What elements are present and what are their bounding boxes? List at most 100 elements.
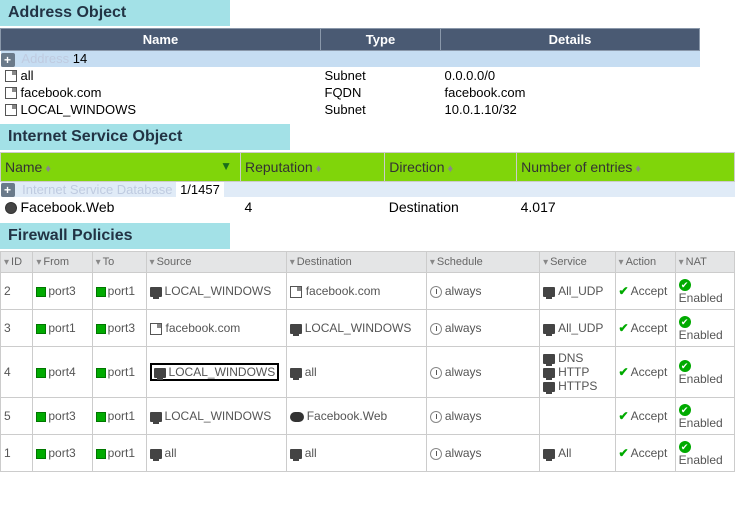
filter-funnel-icon[interactable]: ▾ xyxy=(4,257,9,268)
ao-header-name[interactable]: Name xyxy=(1,29,321,51)
fp-cell-destination: Facebook.Web xyxy=(286,398,426,435)
iso-header-reputation[interactable]: Reputation♦ xyxy=(241,152,385,181)
fp-cell-to: port1 xyxy=(92,347,146,398)
fp-header-schedule[interactable]: ▾Schedule xyxy=(426,252,539,273)
clock-icon xyxy=(430,286,442,298)
filter-funnel-icon[interactable]: ▾ xyxy=(679,257,684,268)
service-icon xyxy=(543,368,555,378)
expand-icon[interactable]: + xyxy=(1,53,15,67)
ao-cell-type: FQDN xyxy=(321,84,441,101)
fp-header-from[interactable]: ▾From xyxy=(33,252,92,273)
fp-h-action: Action xyxy=(626,256,657,268)
iso-group-page: 1/1457 xyxy=(176,182,224,197)
service-icon xyxy=(543,287,555,297)
fp-header-nat[interactable]: ▾NAT xyxy=(675,252,734,273)
service-icon xyxy=(543,449,555,459)
iso-header-entries[interactable]: Number of entries♦ xyxy=(517,152,735,181)
fp-cell-nat: ✔Enabled xyxy=(675,273,734,310)
iso-group-row[interactable]: + Internet Service Database 1/1457 xyxy=(1,181,735,197)
page-icon xyxy=(150,323,162,335)
filter-funnel-icon[interactable]: ▾ xyxy=(430,257,435,268)
expand-icon[interactable]: + xyxy=(1,183,15,197)
filter-funnel-icon[interactable]: ▾ xyxy=(36,257,41,268)
clock-icon xyxy=(430,448,442,460)
filter-icon[interactable]: ▼ xyxy=(220,159,232,173)
fp-cell-to: port3 xyxy=(92,310,146,347)
filter-funnel-icon[interactable]: ▾ xyxy=(150,257,155,268)
dest-text: Facebook.Web xyxy=(307,409,388,423)
clock-icon xyxy=(430,411,442,423)
fp-cell-service: All xyxy=(540,435,615,472)
fp-header-service[interactable]: ▾Service xyxy=(540,252,615,273)
table-row[interactable]: 4port4port1LOCAL_WINDOWSallalwaysDNSHTTP… xyxy=(1,347,735,398)
fp-header-action[interactable]: ▾Action xyxy=(615,252,675,273)
ao-cell-name[interactable]: facebook.com xyxy=(1,84,321,101)
sort-icon[interactable]: ♦ xyxy=(635,163,641,175)
service-icon xyxy=(543,354,555,364)
iso-cell-reputation: 4 xyxy=(241,197,385,217)
fp-header-to[interactable]: ▾To xyxy=(92,252,146,273)
ao-group-row[interactable]: + Address 14 xyxy=(1,51,700,67)
ao-cell-details: 0.0.0.0/0 xyxy=(441,67,700,84)
table-row[interactable]: 2port3port1LOCAL_WINDOWSfacebook.comalwa… xyxy=(1,273,735,310)
fp-header-destination[interactable]: ▾Destination xyxy=(286,252,426,273)
sort-icon[interactable]: ♦ xyxy=(45,163,51,175)
fp-cell-destination: facebook.com xyxy=(286,273,426,310)
sort-icon[interactable]: ♦ xyxy=(447,163,453,175)
fp-cell-action: ✔Accept xyxy=(615,273,675,310)
fp-cell-id: 4 xyxy=(1,347,33,398)
dest-text: LOCAL_WINDOWS xyxy=(305,321,412,335)
service-name: All_UDP xyxy=(558,321,603,335)
iso-cell-name[interactable]: Facebook.Web xyxy=(1,197,241,217)
check-icon: ✔ xyxy=(619,409,629,423)
fp-cell-service: DNSHTTPHTTPS xyxy=(540,347,615,398)
ao-name-text: facebook.com xyxy=(21,85,102,100)
check-icon: ✔ xyxy=(619,284,629,298)
filter-funnel-icon[interactable]: ▾ xyxy=(543,257,548,268)
ao-cell-name[interactable]: all xyxy=(1,67,321,84)
ao-name-text: LOCAL_WINDOWS xyxy=(21,102,137,117)
fp-header-id[interactable]: ▾ID xyxy=(1,252,33,273)
fp-cell-action: ✔Accept xyxy=(615,398,675,435)
fp-cell-to: port1 xyxy=(92,398,146,435)
ao-header-details[interactable]: Details xyxy=(441,29,700,51)
fp-header-source[interactable]: ▾Source xyxy=(146,252,286,273)
ao-cell-details: 10.0.1.10/32 xyxy=(441,101,700,118)
ao-header-type[interactable]: Type xyxy=(321,29,441,51)
page-icon xyxy=(5,104,17,116)
fp-cell-schedule: always xyxy=(426,310,539,347)
sort-icon[interactable]: ♦ xyxy=(316,163,322,175)
fp-h-to: To xyxy=(103,256,115,268)
source-text: LOCAL_WINDOWS xyxy=(165,409,272,423)
table-row[interactable]: 3port1port3facebook.comLOCAL_WINDOWSalwa… xyxy=(1,310,735,347)
address-object-table: Name Type Details + Address 14 all Subne… xyxy=(0,28,700,118)
monitor-icon xyxy=(290,449,302,459)
dest-text: all xyxy=(305,446,317,460)
ao-cell-name[interactable]: LOCAL_WINDOWS xyxy=(1,101,321,118)
filter-funnel-icon[interactable]: ▾ xyxy=(290,257,295,268)
filter-funnel-icon[interactable]: ▾ xyxy=(96,257,101,268)
fp-h-sched: Schedule xyxy=(437,256,483,268)
iso-group-label: Internet Service Database xyxy=(22,182,172,197)
fp-cell-destination: all xyxy=(286,435,426,472)
firewall-policies-table: ▾ID ▾From ▾To ▾Source ▾Destination ▾Sche… xyxy=(0,251,735,472)
iso-header-name[interactable]: Name♦ ▼ xyxy=(1,152,241,181)
port-icon xyxy=(96,287,106,297)
service-icon xyxy=(543,324,555,334)
iso-header-ent-text: Number of entries xyxy=(521,159,632,175)
fp-cell-source: LOCAL_WINDOWS xyxy=(146,398,286,435)
check-icon: ✔ xyxy=(619,321,629,335)
table-row[interactable]: 1port3port1allallalwaysAll✔Accept✔Enable… xyxy=(1,435,735,472)
ao-group-count: 14 xyxy=(73,51,87,66)
check-icon: ✔ xyxy=(619,365,629,379)
table-row[interactable]: 5port3port1LOCAL_WINDOWSFacebook.Webalwa… xyxy=(1,398,735,435)
section-firewall-policies: Firewall Policies xyxy=(0,223,230,249)
fp-cell-nat: ✔Enabled xyxy=(675,347,734,398)
fp-cell-from: port4 xyxy=(33,347,92,398)
iso-header-direction[interactable]: Direction♦ xyxy=(385,152,517,181)
source-text: facebook.com xyxy=(166,321,241,335)
monitor-icon xyxy=(150,287,162,297)
port-icon xyxy=(96,324,106,334)
filter-funnel-icon[interactable]: ▾ xyxy=(619,257,624,268)
fp-cell-service xyxy=(540,398,615,435)
